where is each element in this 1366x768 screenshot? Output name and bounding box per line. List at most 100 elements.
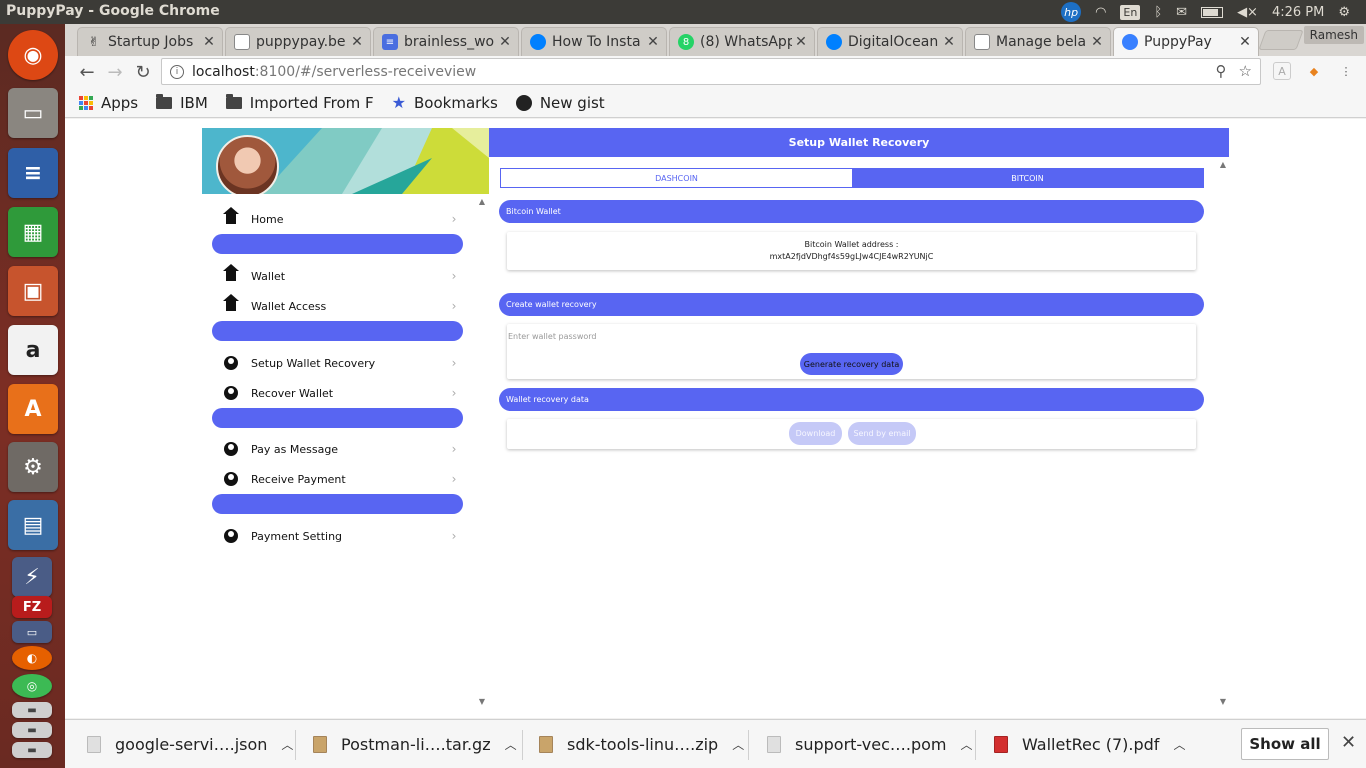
sidebar-item-pay-as-message[interactable]: Pay as Message › — [212, 434, 464, 464]
avatar[interactable] — [216, 135, 279, 194]
ubuntu-dash-icon[interactable]: ◉ — [8, 30, 58, 80]
wallet-recovery-data-header: Wallet recovery data — [499, 388, 1204, 411]
chevron-up-icon[interactable]: ︿ — [732, 736, 744, 753]
profile-button[interactable]: Ramesh — [1303, 26, 1364, 44]
sidebar-item-wallet[interactable]: Wallet › — [212, 261, 464, 291]
chevron-right-icon: › — [451, 442, 457, 456]
settings-gear-icon[interactable]: ⚙ — [1338, 5, 1350, 20]
metamask-extension-icon[interactable]: ◆ — [1305, 62, 1323, 80]
sidebar-item-payment-setting[interactable]: Payment Setting › — [212, 521, 464, 551]
wallet-password-input[interactable] — [508, 332, 808, 341]
tab-startup-jobs[interactable]: ✌ Startup Jobs ✕ — [77, 27, 223, 56]
segment-bitcoin[interactable]: BITCOIN — [852, 169, 1203, 187]
main-scrollbar[interactable]: ▲ ▼ — [1217, 157, 1229, 710]
filezilla-icon[interactable]: FZ — [12, 596, 52, 618]
show-all-downloads-button[interactable]: Show all — [1241, 728, 1329, 760]
scroll-up-icon[interactable]: ▲ — [1216, 160, 1230, 170]
menu-divider — [212, 234, 463, 254]
download-item[interactable]: sdk-tools-linu….zip ︿ — [539, 720, 744, 768]
tab-puppypay-be[interactable]: puppypay.be ✕ — [225, 27, 371, 56]
generate-recovery-data-button[interactable]: Generate recovery data — [800, 353, 903, 375]
clock[interactable]: 4:26 PM — [1272, 5, 1324, 20]
hp-icon[interactable]: hp — [1061, 2, 1082, 22]
menu-divider — [212, 321, 463, 341]
drive-icon[interactable]: ▬ — [12, 702, 52, 718]
firefox-icon[interactable]: ◐ — [12, 646, 52, 670]
sidebar-item-setup-wallet-recovery[interactable]: Setup Wallet Recovery › — [212, 348, 464, 378]
browser-toolbar: ← → ↻ i localhost:8100/#/serverless-rece… — [65, 56, 1366, 88]
keyboard-language-indicator[interactable]: En — [1120, 4, 1141, 20]
close-icon[interactable]: ✕ — [496, 34, 514, 50]
trash-icon[interactable]: ▬ — [12, 742, 52, 758]
system-settings-icon[interactable]: ⚙ — [8, 442, 58, 492]
volume-icon[interactable]: ◀× — [1237, 5, 1258, 20]
bookmark-star-icon[interactable]: ☆ — [1239, 62, 1252, 80]
bookmark-apps[interactable]: Apps — [79, 94, 138, 112]
close-icon[interactable]: ✕ — [940, 34, 958, 50]
chrome-menu-icon[interactable]: ⋮ — [1337, 62, 1355, 80]
calc-icon[interactable]: ▦ — [8, 207, 58, 257]
send-by-email-button[interactable]: Send by email — [848, 422, 916, 445]
close-icon[interactable]: ✕ — [348, 34, 366, 50]
wifi-icon[interactable]: ◠ — [1095, 5, 1106, 20]
forward-icon[interactable]: → — [103, 60, 127, 84]
amazon-icon[interactable]: a — [8, 325, 58, 375]
remote-desktop-icon[interactable]: ▭ — [12, 621, 52, 643]
close-icon[interactable]: ✕ — [1088, 34, 1106, 50]
download-item[interactable]: WalletRec (7).pdf ︿ — [994, 720, 1185, 768]
tab-how-to-install[interactable]: How To Insta ✕ — [521, 27, 667, 56]
download-button[interactable]: Download — [789, 422, 842, 445]
chevron-up-icon[interactable]: ︿ — [961, 736, 973, 753]
zoom-search-icon[interactable]: ⚲ — [1216, 62, 1227, 80]
network-icon[interactable]: ⚡ — [12, 557, 52, 597]
close-icon[interactable]: ✕ — [1236, 34, 1254, 50]
bitcoin-wallet-header: Bitcoin Wallet — [499, 200, 1204, 223]
files-icon[interactable]: ▭ — [8, 88, 58, 138]
bookmark-new-gist[interactable]: New gist — [515, 94, 605, 112]
mail-icon[interactable]: ✉ — [1176, 5, 1187, 20]
bookmark-imported[interactable]: Imported From F — [225, 93, 374, 112]
download-item[interactable]: Postman-li….tar.gz ︿ — [313, 720, 517, 768]
new-tab-button[interactable] — [1258, 30, 1304, 50]
chevron-right-icon: › — [451, 212, 457, 226]
vm-icon[interactable]: ▤ — [8, 500, 58, 550]
software-center-icon[interactable]: A — [8, 384, 58, 434]
writer-icon[interactable]: ≡ — [8, 148, 58, 198]
close-icon[interactable]: ✕ — [792, 34, 810, 50]
info-icon[interactable]: i — [170, 64, 184, 79]
battery-icon[interactable] — [1201, 6, 1224, 18]
chevron-up-icon[interactable]: ︿ — [1173, 736, 1185, 753]
bookmark-bookmarks[interactable]: ★ Bookmarks — [392, 93, 498, 112]
chevron-up-icon[interactable]: ︿ — [281, 736, 293, 753]
bluetooth-icon[interactable]: ᛒ — [1154, 5, 1162, 20]
tab-puppypay[interactable]: PuppyPay ✕ — [1113, 27, 1259, 56]
scroll-up-icon[interactable]: ▲ — [475, 197, 489, 207]
side-menu-scrollbar[interactable]: ▲ ▼ — [475, 194, 489, 710]
tab-digitalocean[interactable]: DigitalOcean ✕ — [817, 27, 963, 56]
drive-icon-2[interactable]: ▬ — [12, 722, 52, 738]
ubuntu-launcher: ◉ ▭ ≡ ▦ ▣ a A ⚙ ▤ ⚡ FZ ▭ ◐ ◎ ▬ ▬ ▬ — [0, 24, 65, 768]
reload-icon[interactable]: ↻ — [131, 60, 155, 84]
back-icon[interactable]: ← — [75, 60, 99, 84]
close-icon[interactable]: ✕ — [644, 34, 662, 50]
address-bar[interactable]: i localhost:8100/#/serverless-receivevie… — [161, 58, 1261, 85]
download-item[interactable]: support-vec….pom ︿ — [767, 720, 973, 768]
tab-whatsapp[interactable]: 8 (8) WhatsApp ✕ — [669, 27, 815, 56]
download-item[interactable]: google-servi….json ︿ — [87, 720, 293, 768]
close-icon[interactable]: ✕ — [1341, 732, 1356, 753]
sidebar-item-recover-wallet[interactable]: Recover Wallet › — [212, 378, 464, 408]
sidebar-item-receive-payment[interactable]: Receive Payment › — [212, 464, 464, 494]
tab-manage-bela[interactable]: Manage bela ✕ — [965, 27, 1111, 56]
scroll-down-icon[interactable]: ▼ — [475, 697, 489, 707]
tab-brainless[interactable]: ≡ brainless_wo ✕ — [373, 27, 519, 56]
close-icon[interactable]: ✕ — [200, 34, 218, 50]
chrome-icon[interactable]: ◎ — [12, 674, 52, 698]
angular-extension-icon[interactable]: A — [1273, 62, 1291, 80]
impress-icon[interactable]: ▣ — [8, 266, 58, 316]
chevron-up-icon[interactable]: ︿ — [505, 736, 517, 753]
sidebar-item-wallet-access[interactable]: Wallet Access › — [212, 291, 464, 321]
bookmark-ibm[interactable]: IBM — [156, 93, 208, 112]
sidebar-item-home[interactable]: Home › — [212, 204, 464, 234]
scroll-down-icon[interactable]: ▼ — [1216, 697, 1230, 707]
segment-dashcoin[interactable]: DASHCOIN — [501, 169, 852, 187]
